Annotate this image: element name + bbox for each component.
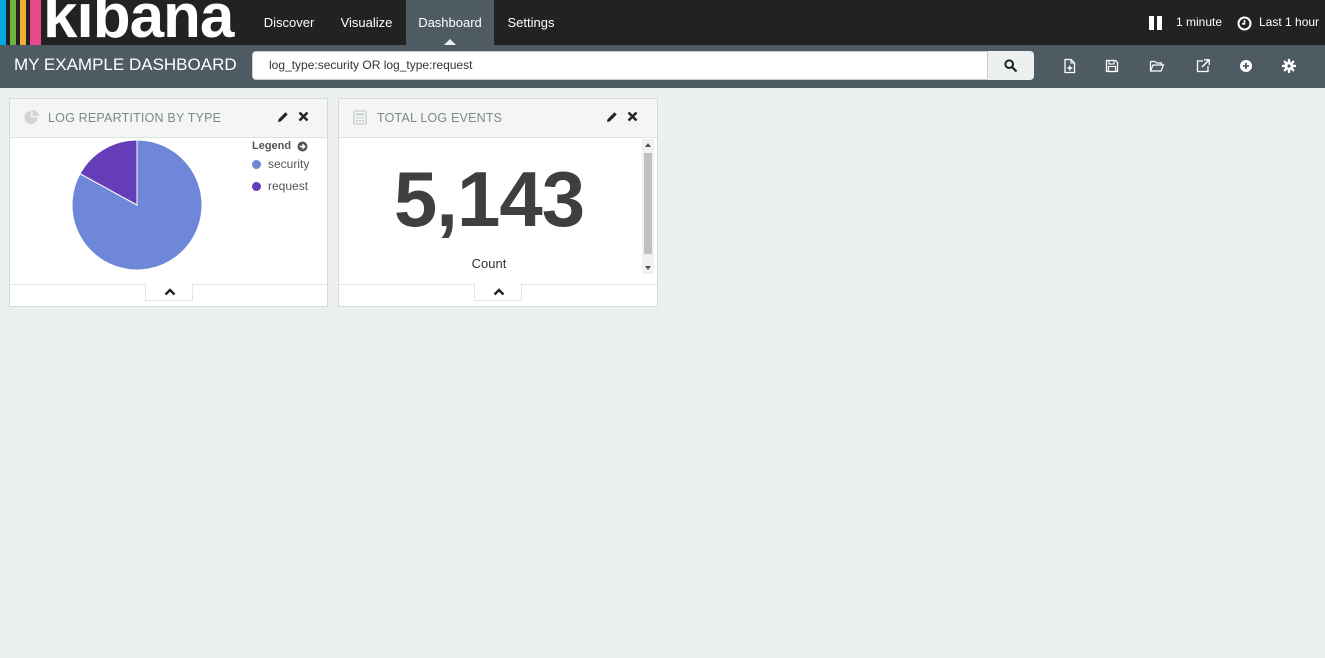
metric-panel-title: TOTAL LOG EVENTS <box>377 111 503 125</box>
tab-discover-label: Discover <box>263 15 315 30</box>
legend-title[interactable]: Legend <box>252 140 291 152</box>
edit-icon[interactable] <box>606 111 618 123</box>
save-icon[interactable] <box>1104 58 1120 74</box>
metric-label: Count <box>471 256 507 271</box>
kibana-logo[interactable]: kibana <box>0 0 250 45</box>
time-range-picker[interactable]: Last 1 hour <box>1259 0 1319 45</box>
pie-panel-title: LOG REPARTITION BY TYPE <box>48 111 222 125</box>
legend-toggle-icon[interactable] <box>297 141 308 152</box>
pie-chart-icon <box>24 110 39 124</box>
edit-icon[interactable] <box>277 111 289 123</box>
dashboard-title: MY EXAMPLE DASHBOARD <box>14 55 237 74</box>
search-input[interactable]: log_type:security OR log_type:request <box>252 51 988 80</box>
clock-icon[interactable] <box>1237 16 1252 31</box>
logo-stripe-4 <box>30 0 41 45</box>
scroll-up-arrow[interactable] <box>645 143 651 147</box>
metric-panel: TOTAL LOG EVENTS 5,143 Count <box>338 98 658 307</box>
logo-stripe-3 <box>20 0 26 45</box>
open-folder-icon[interactable] <box>1149 58 1165 74</box>
collapse-button[interactable] <box>474 283 522 301</box>
tab-discover[interactable]: Discover <box>251 0 327 45</box>
tab-dashboard[interactable]: Dashboard <box>406 0 494 45</box>
calculator-icon <box>353 110 367 125</box>
dashboard-toolbar: MY EXAMPLE DASHBOARD log_type:security O… <box>0 45 1325 88</box>
chevron-up-icon <box>164 288 176 296</box>
legend-label-security: security <box>268 157 310 171</box>
tab-visualize[interactable]: Visualize <box>327 0 406 45</box>
top-navbar: kibana Discover Visualize Dashboard Sett… <box>0 0 1325 45</box>
pie-panel: LOG REPARTITION BY TYPE Legend security … <box>9 98 328 307</box>
logo-text: kibana <box>43 0 234 45</box>
logo-stripe-1 <box>0 0 6 45</box>
search-icon <box>1004 59 1017 72</box>
pause-icon[interactable] <box>1149 16 1163 30</box>
tab-settings-label: Settings <box>507 15 555 30</box>
pie-panel-footer <box>10 283 327 306</box>
metric-scrollbar[interactable] <box>642 139 654 274</box>
collapse-button[interactable] <box>145 283 193 301</box>
tab-visualize-label: Visualize <box>340 15 393 30</box>
legend-dot-security <box>252 160 261 169</box>
gear-icon[interactable] <box>1281 58 1297 74</box>
tab-settings[interactable]: Settings <box>494 0 568 45</box>
metric-value: 5,143 <box>393 155 585 243</box>
new-dashboard-icon[interactable] <box>1062 58 1078 74</box>
legend-label-request: request <box>268 179 309 193</box>
share-icon[interactable] <box>1195 58 1211 74</box>
scroll-thumb[interactable] <box>644 153 652 254</box>
add-panel-icon[interactable] <box>1238 58 1254 74</box>
metric-panel-header[interactable]: TOTAL LOG EVENTS <box>339 99 657 138</box>
close-icon[interactable] <box>298 111 309 122</box>
logo-stripe-2 <box>10 0 16 45</box>
search-button[interactable] <box>988 51 1034 80</box>
refresh-interval[interactable]: 1 minute <box>1176 0 1222 45</box>
chevron-up-icon <box>493 288 505 296</box>
scroll-down-arrow[interactable] <box>645 266 651 270</box>
legend-dot-request <box>252 182 261 191</box>
close-icon[interactable] <box>627 111 638 122</box>
pie-chart <box>71 139 203 271</box>
tab-dashboard-label: Dashboard <box>418 15 482 30</box>
metric-panel-footer <box>339 283 657 306</box>
pie-panel-header[interactable]: LOG REPARTITION BY TYPE <box>10 99 327 138</box>
